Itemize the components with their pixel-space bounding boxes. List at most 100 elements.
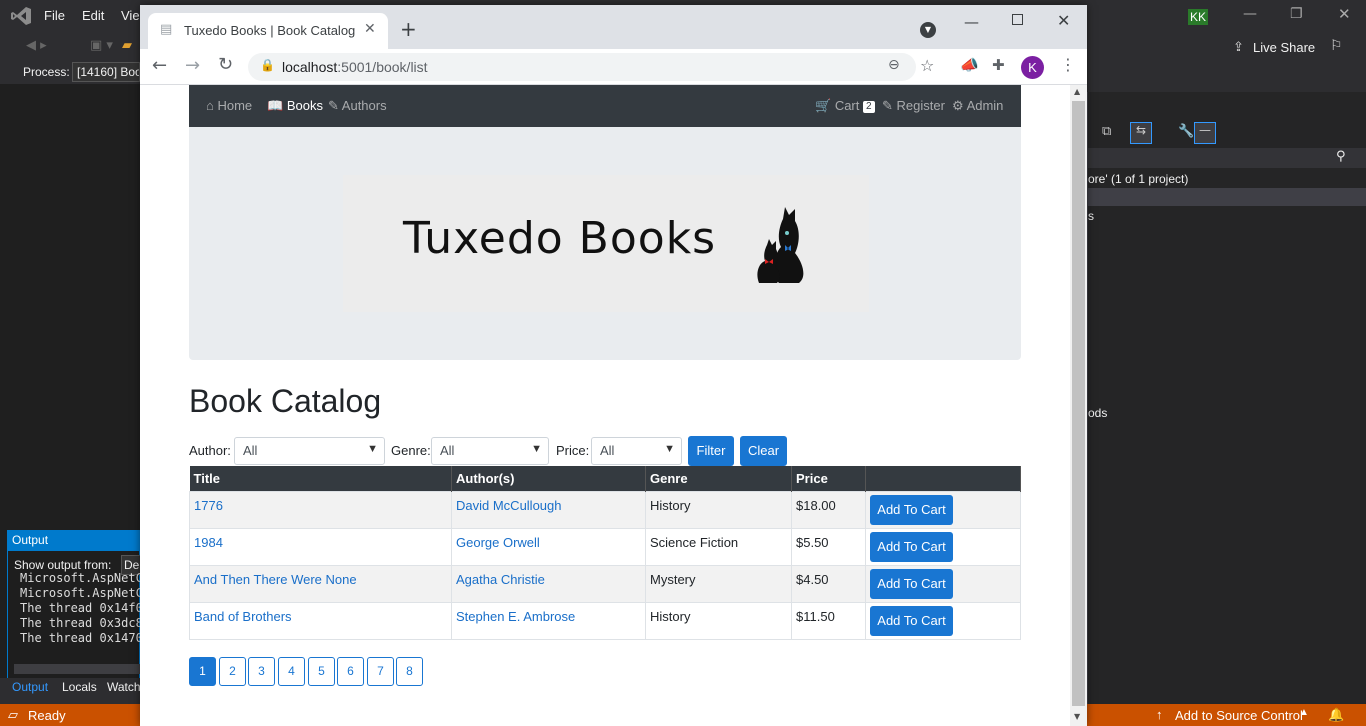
restore-icon[interactable]: ❐ [1290,6,1303,22]
book-title-link[interactable]: 1984 [194,535,223,550]
nav-register[interactable]: ✎ Register [882,85,945,127]
lock-icon[interactable]: 🔒 [260,58,275,72]
new-tab-icon[interactable]: + [400,17,417,41]
book-title-link[interactable]: 1776 [194,498,223,513]
book-title-link[interactable]: And Then There Were None [194,572,357,587]
page-link-6[interactable]: 6 [337,657,364,686]
page-link-8[interactable]: 8 [396,657,423,686]
nav-authors[interactable]: ✎ Authors [328,85,387,127]
user-avatar[interactable]: KK [1188,9,1209,25]
book-icon: 📖 [267,98,287,113]
address-bar[interactable]: 🔒 localhost:5001/book/list ⊖ ☆ [248,53,934,81]
solution-search[interactable]: ⚲ [1088,148,1366,168]
author-link[interactable]: Stephen E. Ambrose [456,609,575,624]
tab-search-icon[interactable]: ▼ [920,22,936,38]
col-genre: Genre [645,466,792,491]
close-tab-icon[interactable]: ✕ [364,21,376,37]
menu-file[interactable]: File [44,8,65,23]
vertical-scrollbar[interactable]: ▲ ▼ [1070,85,1087,726]
forward-arrow-icon[interactable]: → [185,55,200,76]
solution-node[interactable]: ore' (1 of 1 project) [1088,172,1188,186]
scroll-thumb[interactable] [1072,101,1085,706]
solution-explorer-header: ▾ ⊥ ✕ [1087,60,1366,112]
tab-output[interactable]: Output [12,680,48,694]
scroll-down-icon[interactable]: ▼ [1074,712,1080,721]
genre-select[interactable]: All ▼ [431,437,549,465]
author-link[interactable]: Agatha Christie [456,572,545,587]
author-select[interactable]: All ▼ [234,437,385,465]
preview-icon[interactable]: — [1194,122,1216,144]
close-window-icon[interactable]: ✕ [1057,11,1070,30]
page-link-4[interactable]: 4 [278,657,305,686]
open-folder-icon[interactable]: ▰ [122,38,132,53]
add-to-cart-button[interactable]: Add To Cart [870,568,953,599]
browser-tab[interactable]: ▤ Tuxedo Books | Book Catalog ✕ [148,13,388,49]
col-price: Price [791,466,866,491]
nav-home[interactable]: ⌂ Home [206,85,252,127]
toolbar-new-icon[interactable]: ▣ ▾ [90,38,113,53]
chevron-up-icon[interactable]: ▲ [1299,707,1309,718]
minimize-icon[interactable]: — [1243,6,1257,22]
add-to-cart-button[interactable]: Add To Cart [870,605,953,636]
table-row: 1776 David McCullough History $18.00 Add… [189,490,1021,529]
url-host: localhost [282,59,338,75]
nav-admin[interactable]: ⚙ Admin [952,85,1003,127]
solution-explorer: ⧉ ⇆ 🔧 — ⚲ ore' (1 of 1 project) s ods [1087,92,1366,704]
page-link-1[interactable]: 1 [189,657,216,686]
feedback-icon[interactable]: ⚐ [1330,38,1343,54]
filter-button[interactable]: Filter [688,436,734,466]
clear-button[interactable]: Clear [740,436,787,466]
menu-kebab-icon[interactable]: ⋮ [1060,55,1076,74]
extension-megaphone-icon[interactable]: 📣 [960,56,979,74]
selected-node[interactable] [1088,188,1366,206]
price-select-value: All [600,443,615,458]
menu-edit[interactable]: Edit [82,8,104,23]
process-select[interactable]: [14160] Boo [72,62,140,82]
price-select[interactable]: All ▼ [591,437,682,465]
maximize-icon[interactable] [1012,14,1023,25]
url-path: :5001/book/list [337,59,428,75]
add-to-cart-button[interactable]: Add To Cart [870,494,953,525]
back-nav-icon[interactable]: ◀ ▸ [26,38,47,53]
extensions-puzzle-icon[interactable]: ✚ [992,56,1005,74]
author-link[interactable]: George Orwell [456,535,540,550]
live-share-button[interactable]: Live Share [1253,40,1315,55]
site-logo: Tuxedo Books [343,175,869,312]
tree-node[interactable]: s [1088,209,1094,223]
collapse-icon[interactable]: ⧉ [1102,124,1111,139]
nav-home-label: Home [217,98,253,113]
output-title: Output [8,531,139,551]
page-link-5[interactable]: 5 [308,657,335,686]
book-title-link[interactable]: Band of Brothers [194,609,292,624]
wrench-icon[interactable]: 🔧 [1178,124,1194,139]
url-text[interactable]: localhost:5001/book/list [282,59,428,75]
menu-view[interactable]: Vie [121,8,140,23]
output-scrollbar[interactable] [14,664,140,674]
bookmark-star-icon[interactable]: ☆ [920,56,934,75]
sync-icon[interactable]: ⇆ [1130,122,1152,144]
minimize-icon[interactable]: — [964,13,979,31]
scroll-up-icon[interactable]: ▲ [1074,87,1080,96]
tree-node[interactable]: ods [1088,406,1107,420]
page-link-7[interactable]: 7 [367,657,394,686]
close-icon[interactable]: ✕ [1338,5,1351,23]
genre-select-value: All [440,443,455,458]
nav-cart[interactable]: 🛒 Cart 2 [815,85,875,127]
author-link[interactable]: David McCullough [456,498,562,513]
tab-locals[interactable]: Locals [62,680,97,694]
zoom-icon[interactable]: ⊖ [888,57,900,73]
bell-icon[interactable]: 🔔 [1328,707,1344,723]
tab-watch[interactable]: Watch [107,680,141,694]
live-share-icon[interactable]: ⇪ [1233,40,1244,55]
page-link-2[interactable]: 2 [219,657,246,686]
logo-text: Tuxedo Books [403,213,717,264]
back-arrow-icon[interactable]: ← [152,55,167,76]
reload-icon[interactable]: ↻ [218,54,233,75]
col-author: Author(s) [451,466,646,491]
page-link-3[interactable]: 3 [248,657,275,686]
source-control-button[interactable]: Add to Source Control [1175,708,1303,723]
page-viewport: ⌂ Home 📖 Books ✎ Authors 🛒 Cart 2 ✎ Regi… [140,85,1070,726]
profile-avatar[interactable]: K [1021,56,1044,79]
nav-books[interactable]: 📖 Books [267,85,323,127]
add-to-cart-button[interactable]: Add To Cart [870,531,953,562]
